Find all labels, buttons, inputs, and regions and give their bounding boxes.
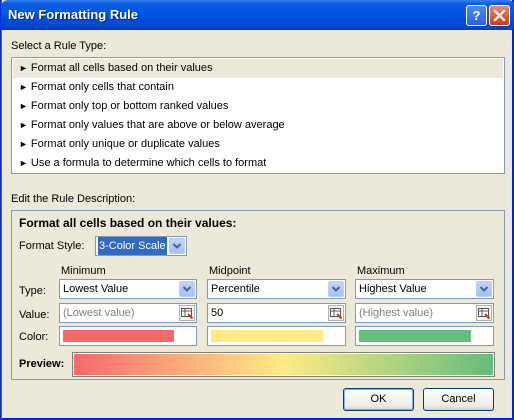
minimum-type-select[interactable]: Lowest Value <box>59 279 197 299</box>
chevron-down-icon <box>331 286 341 292</box>
color-scale-preview <box>74 354 493 375</box>
dropdown-button[interactable] <box>476 281 492 297</box>
rule-item-label: Use a formula to determine which cells t… <box>30 157 267 169</box>
cell-reference-button[interactable] <box>179 305 195 321</box>
triangle-right-icon: ► <box>19 82 28 92</box>
format-style-value: 3-Color Scale <box>98 237 167 255</box>
minimum-value-input[interactable]: (Lowest value) <box>59 303 197 323</box>
format-style-select[interactable]: 3-Color Scale <box>95 236 187 256</box>
maximum-column-header: Maximum <box>357 265 405 277</box>
triangle-right-icon: ► <box>19 101 28 111</box>
close-button[interactable] <box>489 5 510 26</box>
value-row-label: Value: <box>19 309 50 321</box>
minimum-value-text: (Lowest value) <box>63 307 135 319</box>
collapse-dialog-icon <box>330 308 343 320</box>
midpoint-type-value: Percentile <box>211 283 260 295</box>
maximum-color-swatch <box>359 330 471 342</box>
dropdown-button[interactable] <box>169 238 185 254</box>
help-button[interactable]: ? <box>466 5 487 26</box>
rule-description-heading: Format all cells based on their values: <box>19 216 237 230</box>
rule-item-all-cells[interactable]: ► Format all cells based on their values <box>13 59 503 78</box>
maximum-value-input[interactable]: (Highest value) <box>355 303 494 323</box>
cell-reference-button[interactable] <box>476 305 492 321</box>
rule-item-label: Format only values that are above or bel… <box>30 119 285 131</box>
minimum-color-picker[interactable] <box>59 326 197 346</box>
question-mark-icon: ? <box>472 8 481 23</box>
rule-item-above-below-average[interactable]: ► Format only values that are above or be… <box>13 116 503 135</box>
triangle-right-icon: ► <box>19 158 28 168</box>
rule-description-label: Edit the Rule Description: <box>11 193 136 205</box>
triangle-right-icon: ► <box>19 139 28 149</box>
collapse-dialog-icon <box>478 308 491 320</box>
dialog-title: New Formatting Rule <box>8 7 139 22</box>
midpoint-type-select[interactable]: Percentile <box>207 279 346 299</box>
triangle-right-icon: ► <box>19 63 28 73</box>
maximum-value-text: (Highest value) <box>359 307 433 319</box>
midpoint-color-swatch <box>211 330 323 342</box>
rule-item-label: Format only top or bottom ranked values <box>30 100 229 112</box>
cancel-button[interactable]: Cancel <box>423 388 494 411</box>
chevron-down-icon <box>479 286 489 292</box>
minimum-color-swatch <box>63 330 174 342</box>
maximum-type-value: Highest Value <box>359 283 427 295</box>
minimum-type-value: Lowest Value <box>63 283 129 295</box>
chevron-down-icon <box>182 286 192 292</box>
format-style-label: Format Style: <box>19 240 85 252</box>
rule-item-top-bottom-ranked[interactable]: ► Format only top or bottom ranked values <box>13 97 503 116</box>
rule-item-cells-that-contain[interactable]: ► Format only cells that contain <box>13 78 503 97</box>
type-row-label: Type: <box>19 285 46 297</box>
rule-item-label: Format all cells based on their values <box>30 62 213 74</box>
new-formatting-rule-dialog: New Formatting Rule ? Select a Rule Type… <box>0 0 514 420</box>
maximum-type-select[interactable]: Highest Value <box>355 279 494 299</box>
dropdown-button[interactable] <box>179 281 195 297</box>
dropdown-button[interactable] <box>328 281 344 297</box>
preview-box <box>72 352 495 377</box>
collapse-dialog-icon <box>181 308 194 320</box>
ok-button[interactable]: OK <box>343 388 414 411</box>
rule-item-label: Format only cells that contain <box>30 81 174 93</box>
color-row-label: Color: <box>19 331 49 343</box>
rule-item-unique-duplicate[interactable]: ► Format only unique or duplicate values <box>13 135 503 154</box>
title-bar[interactable]: New Formatting Rule ? <box>1 0 514 30</box>
maximum-color-picker[interactable] <box>355 326 494 346</box>
midpoint-value-text: 50 <box>211 307 224 319</box>
rule-item-use-formula[interactable]: ► Use a formula to determine which cells … <box>13 154 503 173</box>
cell-reference-button[interactable] <box>328 305 344 321</box>
triangle-right-icon: ► <box>19 120 28 130</box>
midpoint-value-input[interactable]: 50 <box>207 303 346 323</box>
rule-item-label: Format only unique or duplicate values <box>30 138 220 150</box>
chevron-down-icon <box>172 243 182 249</box>
midpoint-color-picker[interactable] <box>207 326 346 346</box>
close-icon <box>493 9 506 22</box>
preview-label: Preview: <box>19 358 65 370</box>
minimum-column-header: Minimum <box>61 265 106 277</box>
rule-type-list[interactable]: ► Format all cells based on their values … <box>11 57 505 174</box>
rule-type-label: Select a Rule Type: <box>11 40 107 52</box>
midpoint-column-header: Midpoint <box>209 265 251 277</box>
